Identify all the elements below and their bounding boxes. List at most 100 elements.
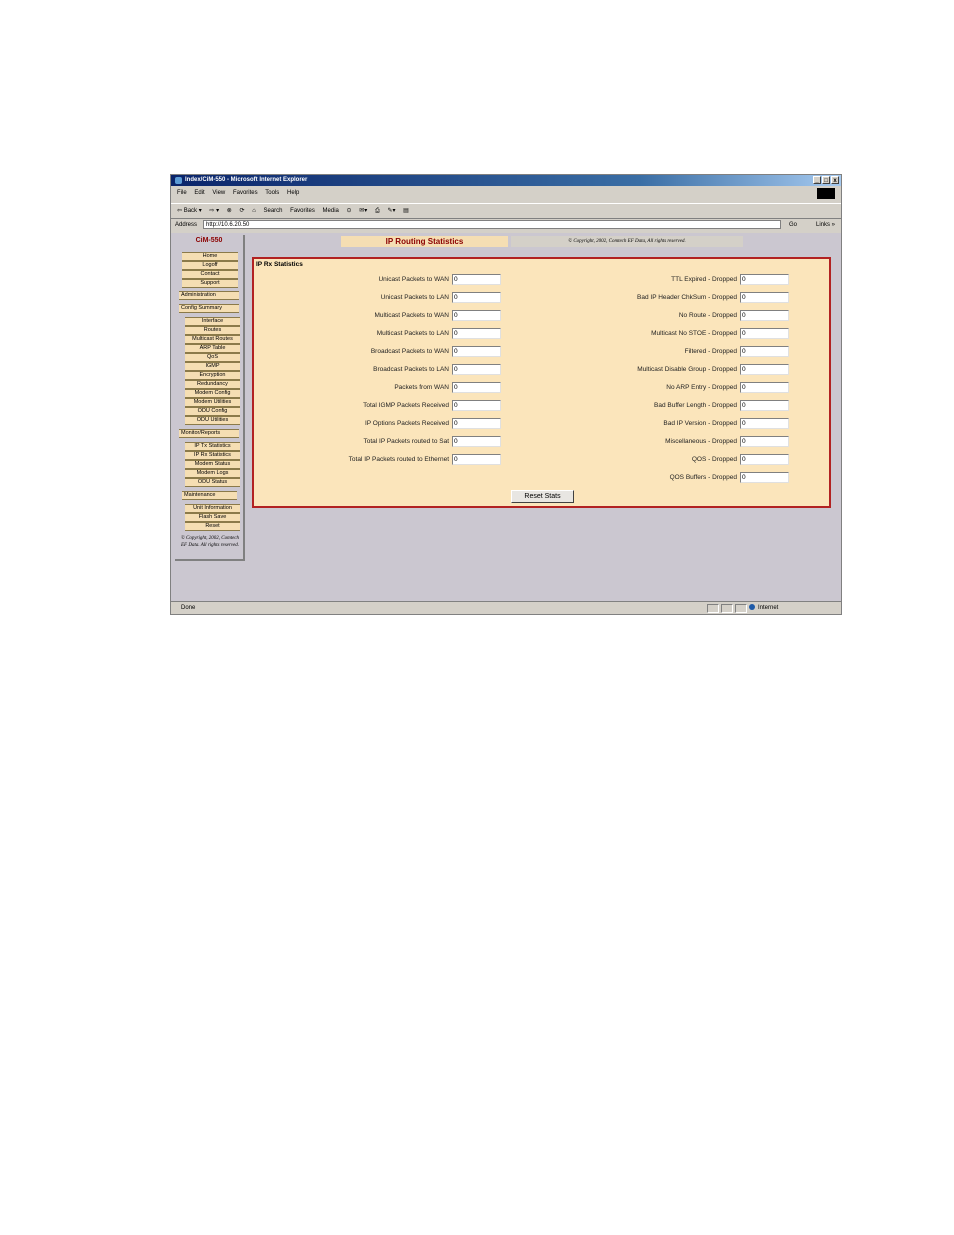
- nav-redundancy[interactable]: Redundancy: [185, 380, 240, 389]
- nav-home[interactable]: Home: [182, 252, 238, 261]
- favorites-button[interactable]: Favorites: [290, 208, 315, 214]
- nav-arp-table[interactable]: ARP Table: [185, 344, 240, 353]
- stat-label: Miscellaneous - Dropped: [665, 438, 737, 445]
- maximize-button[interactable]: □: [822, 176, 830, 184]
- side-nav: CiM-550 Home Logoff Contact Support Admi…: [175, 235, 245, 561]
- mail-icon[interactable]: ✉▾: [359, 208, 367, 214]
- stat-value-field[interactable]: 0: [740, 346, 789, 357]
- stat-value-field[interactable]: 0: [740, 328, 789, 339]
- stat-value-field[interactable]: 0: [740, 364, 789, 375]
- nav-interface[interactable]: Interface: [185, 317, 240, 326]
- nav-odu-utilities[interactable]: ODU Utilities: [185, 416, 240, 425]
- address-bar: Address http://10.6.20.50 Go Links »: [171, 219, 841, 231]
- stat-value-field[interactable]: 0: [740, 310, 789, 321]
- print-icon[interactable]: ⎙: [375, 208, 380, 214]
- nav-maintenance[interactable]: Maintenance: [182, 491, 237, 500]
- nav-odu-status[interactable]: ODU Status: [185, 478, 240, 487]
- stop-icon[interactable]: ⊗: [227, 208, 232, 214]
- status-bar: Done Internet: [171, 601, 841, 614]
- nav-modem-status[interactable]: Modem Status: [185, 460, 240, 469]
- panel-title: IP Rx Statistics: [256, 261, 303, 268]
- menu-file[interactable]: File: [177, 190, 187, 196]
- menu-edit[interactable]: Edit: [194, 190, 204, 196]
- stat-row: Miscellaneous - Dropped 0: [254, 436, 789, 447]
- nav-modem-config[interactable]: Modem Config: [185, 389, 240, 398]
- address-label: Address: [175, 222, 198, 228]
- stat-row: Multicast No STOE - Dropped 0: [254, 328, 789, 339]
- title-bar: Index/CiM-550 - Microsoft Internet Explo…: [171, 175, 841, 186]
- toolbar: ⇦ Back ▾ ⇨ ▾ ⊗ ⟳ ⌂ Search Favorites Medi…: [171, 203, 841, 219]
- go-button[interactable]: Go: [789, 219, 797, 231]
- windows-logo-icon: [817, 188, 835, 199]
- zone-label: Internet: [758, 605, 779, 611]
- header-copyright: © Copyright, 2002, Comtech EF Data, All …: [511, 236, 743, 247]
- stat-row: No ARP Entry - Dropped 0: [254, 382, 789, 393]
- nav-config-summary[interactable]: Config Summary: [179, 304, 239, 313]
- status-cell: [735, 604, 747, 613]
- refresh-icon[interactable]: ⟳: [239, 208, 244, 214]
- stat-label: Filtered - Dropped: [684, 348, 737, 355]
- stat-value-field[interactable]: 0: [740, 382, 789, 393]
- menu-tools[interactable]: Tools: [265, 190, 279, 196]
- nav-support[interactable]: Support: [182, 279, 238, 288]
- menu-favorites[interactable]: Favorites: [233, 190, 258, 196]
- nav-routes[interactable]: Routes: [185, 326, 240, 335]
- nav-ip-tx-statistics[interactable]: IP Tx Statistics: [185, 442, 240, 451]
- history-icon[interactable]: ⊙: [347, 208, 352, 214]
- stat-label: TTL Expired - Dropped: [671, 276, 737, 283]
- brand-title: CiM-550: [195, 237, 223, 244]
- forward-button[interactable]: ⇨ ▾: [209, 208, 219, 214]
- minimize-button[interactable]: _: [813, 176, 821, 184]
- status-cell: [707, 604, 719, 613]
- stat-row: Bad IP Version - Dropped 0: [254, 418, 789, 429]
- home-icon[interactable]: ⌂: [252, 208, 256, 214]
- nav-monitor-reports[interactable]: Monitor/Reports: [179, 429, 239, 438]
- stat-label: QOS - Dropped: [691, 456, 737, 463]
- ip-rx-statistics-panel: IP Rx Statistics Unicast Packets to WAN 0…: [252, 257, 831, 508]
- status-cell: [721, 604, 733, 613]
- stat-value-field[interactable]: 0: [740, 436, 789, 447]
- stat-row: Filtered - Dropped 0: [254, 346, 789, 357]
- stat-value-field[interactable]: 0: [740, 274, 789, 285]
- nav-multicast-routes[interactable]: Multicast Routes: [185, 335, 240, 344]
- nav-qos[interactable]: QoS: [185, 353, 240, 362]
- nav-modem-utilities[interactable]: Modem Utilities: [185, 398, 240, 407]
- window-controls: _ □ x: [812, 176, 839, 187]
- page-content: CiM-550 Home Logoff Contact Support Admi…: [171, 233, 841, 601]
- back-button[interactable]: ⇦ Back ▾: [177, 208, 202, 214]
- reset-stats-button[interactable]: Reset Stats: [511, 490, 574, 503]
- edit-icon[interactable]: ✎▾: [387, 208, 395, 214]
- close-button[interactable]: x: [831, 176, 839, 184]
- stat-value-field[interactable]: 0: [740, 472, 789, 483]
- menu-help[interactable]: Help: [287, 190, 299, 196]
- nav-contact[interactable]: Contact: [182, 270, 238, 279]
- nav-reset[interactable]: Reset: [185, 522, 240, 531]
- window-title: Index/CiM-550 - Microsoft Internet Explo…: [185, 177, 308, 183]
- nav-unit-information[interactable]: Unit Information: [185, 504, 240, 513]
- nav-odu-config[interactable]: ODU Config: [185, 407, 240, 416]
- nav-copyright: © Copyright, 2002, Comtech EF Data. All …: [180, 536, 240, 548]
- nav-flash-save[interactable]: Flash Save: [185, 513, 240, 522]
- nav-ip-rx-statistics[interactable]: IP Rx Statistics: [185, 451, 240, 460]
- links-button[interactable]: Links »: [816, 219, 835, 231]
- stat-value-field[interactable]: 0: [740, 454, 789, 465]
- nav-encryption[interactable]: Encryption: [185, 371, 240, 380]
- address-input[interactable]: http://10.6.20.50: [203, 220, 781, 229]
- nav-modem-logs[interactable]: Modem Logs: [185, 469, 240, 478]
- stat-value-field[interactable]: 0: [740, 292, 789, 303]
- stat-row: Multicast Disable Group - Dropped 0: [254, 364, 789, 375]
- media-button[interactable]: Media: [323, 208, 339, 214]
- zone-indicator: Internet: [749, 602, 779, 614]
- discuss-icon[interactable]: ▤: [403, 208, 409, 214]
- stat-value-field[interactable]: 0: [740, 418, 789, 429]
- menu-view[interactable]: View: [212, 190, 225, 196]
- stat-value-field[interactable]: 0: [740, 400, 789, 411]
- stat-label: Multicast Disable Group - Dropped: [637, 366, 737, 373]
- stat-row: QOS Buffers - Dropped 0: [254, 472, 789, 483]
- stat-label: No ARP Entry - Dropped: [666, 384, 737, 391]
- nav-logoff[interactable]: Logoff: [182, 261, 238, 270]
- search-button[interactable]: Search: [263, 208, 282, 214]
- nav-administration[interactable]: Administration: [179, 291, 239, 300]
- stat-row: TTL Expired - Dropped 0: [254, 274, 789, 285]
- nav-igmp[interactable]: IGMP: [185, 362, 240, 371]
